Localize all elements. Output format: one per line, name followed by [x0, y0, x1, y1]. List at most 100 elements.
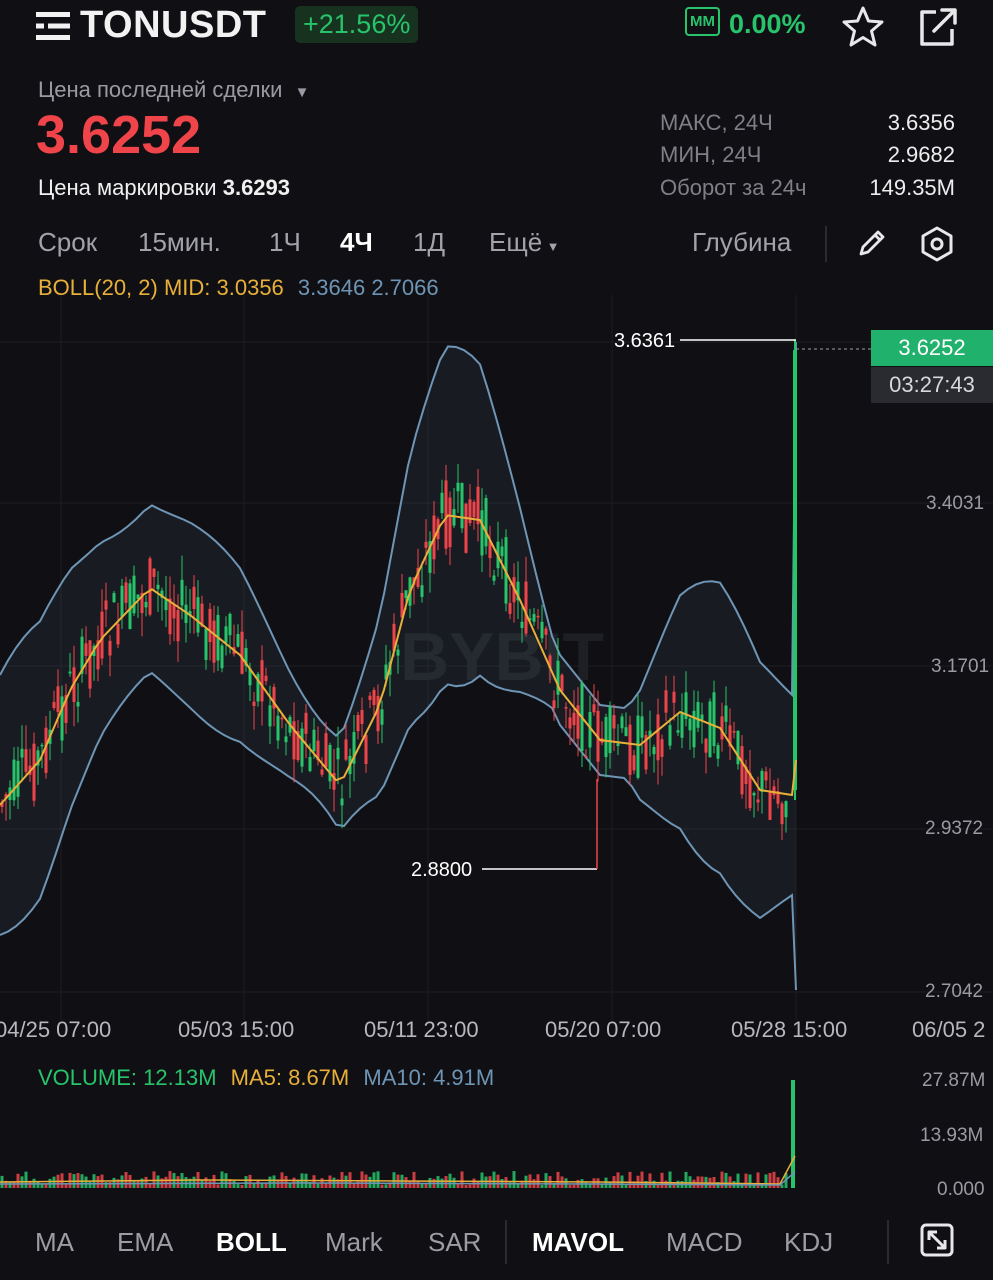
candle-body	[264, 675, 268, 682]
caret-down-icon: ▼	[294, 84, 310, 101]
volume-bar	[216, 1184, 220, 1188]
tab-more[interactable]: Ещё ▼	[489, 227, 560, 258]
last-price-label[interactable]: Цена последней сделки ▼	[38, 77, 309, 103]
pencil-icon[interactable]	[855, 226, 889, 260]
volume-bar	[236, 1184, 240, 1188]
candle-body	[152, 568, 156, 577]
candle-body	[220, 645, 224, 669]
tab-period[interactable]: Срок	[38, 227, 97, 258]
volume-bar	[176, 1176, 180, 1188]
candle-body	[572, 712, 576, 726]
volume-bar	[556, 1171, 560, 1188]
volume-bar	[412, 1171, 416, 1188]
y-tick-label: 2.7042	[925, 981, 984, 1002]
volume-bar	[608, 1182, 612, 1188]
indicator-tab-boll[interactable]: BOLL	[216, 1227, 287, 1258]
candle-body	[304, 712, 308, 734]
candle-body	[780, 803, 784, 825]
volume-bar	[756, 1172, 760, 1188]
volume-bar	[128, 1174, 132, 1188]
volume-bar	[96, 1176, 100, 1188]
volume-bar	[700, 1176, 704, 1188]
candle-body	[704, 738, 708, 753]
candle-body	[228, 613, 232, 636]
volume-bar	[44, 1184, 48, 1188]
star-icon[interactable]	[840, 4, 886, 50]
volume-bar	[24, 1171, 28, 1188]
y-tick-label: 2.9372	[925, 818, 984, 839]
volume-bar	[208, 1180, 212, 1188]
volume-bar	[256, 1180, 260, 1188]
candle-body	[508, 603, 512, 614]
candle-body	[396, 649, 400, 656]
volume-bar	[492, 1171, 496, 1188]
volume-bar	[572, 1184, 576, 1188]
candle-body	[308, 756, 312, 772]
depth-button[interactable]: Глубина	[692, 227, 791, 258]
mark-price-row: Цена маркировки 3.6293	[38, 175, 290, 201]
volume-bar	[484, 1176, 488, 1188]
change-badge: +21.56%	[295, 6, 419, 43]
candle-body	[700, 714, 704, 721]
candle-body	[608, 706, 612, 754]
volume-bar	[456, 1184, 460, 1188]
expand-icon[interactable]	[919, 1222, 955, 1258]
volume-bar	[316, 1183, 320, 1188]
indicator-tab-macd[interactable]: MACD	[666, 1227, 743, 1258]
last-price: 3.6252	[36, 105, 202, 165]
tab-1h[interactable]: 1Ч	[269, 227, 301, 258]
indicator-tab-ma[interactable]: MA	[35, 1227, 74, 1258]
volume-bar	[540, 1184, 544, 1188]
indicator-tab-mavol[interactable]: MAVOL	[532, 1227, 624, 1258]
candle-body	[480, 510, 484, 556]
indicator-tab-kdj[interactable]: KDJ	[784, 1227, 833, 1258]
candle-body	[68, 671, 72, 674]
menu-icon[interactable]	[36, 11, 70, 41]
candle-body	[632, 755, 636, 771]
candle-body	[660, 739, 664, 757]
volume-bar	[184, 1177, 188, 1188]
tab-4h[interactable]: 4Ч	[340, 227, 373, 258]
volume-bar	[688, 1176, 692, 1188]
volume-bar	[84, 1176, 88, 1188]
candle-body	[764, 771, 768, 781]
candle-body	[680, 713, 684, 738]
volume-bar	[8, 1181, 12, 1188]
tab-15m[interactable]: 15мин.	[138, 227, 221, 258]
candle-body	[380, 709, 384, 725]
candle-body	[320, 769, 324, 775]
last-price-label-text: Цена последней сделки	[38, 77, 283, 102]
volume-bar	[464, 1184, 468, 1188]
candle-body	[88, 640, 92, 689]
candle-body	[20, 748, 24, 758]
candle-body	[148, 558, 152, 615]
candle-body	[492, 575, 496, 581]
candle-body	[172, 604, 176, 619]
candle-body	[628, 724, 632, 775]
candle-body	[676, 730, 680, 733]
divider	[505, 1220, 507, 1264]
candle-body	[672, 691, 676, 703]
indicator-tab-ema[interactable]: EMA	[117, 1227, 173, 1258]
candle-body	[560, 674, 564, 692]
candle-body	[752, 792, 756, 796]
candlestick-chart[interactable]: BYBIT 3.63612.8800	[0, 295, 993, 1020]
symbol-title[interactable]: TONUSDT	[80, 4, 266, 47]
indicator-tab-sar[interactable]: SAR	[428, 1227, 481, 1258]
volume-bar	[616, 1172, 620, 1188]
y-tick-label: 3.1701	[931, 656, 990, 677]
countdown-tag: 03:27:43	[871, 367, 993, 403]
candle-body	[312, 729, 316, 752]
tab-1d[interactable]: 1Д	[413, 227, 445, 258]
stat-value-high: 3.6356	[887, 110, 955, 135]
volume-bar	[776, 1177, 780, 1188]
candle-body	[120, 585, 124, 617]
x-tick-label: 06/05 2	[912, 1017, 986, 1042]
volume-bar	[12, 1182, 16, 1188]
volume-bar	[232, 1180, 236, 1188]
indicator-tab-mark[interactable]: Mark	[325, 1227, 383, 1258]
volume-bar	[148, 1183, 152, 1188]
volume-bar	[192, 1176, 196, 1188]
share-icon[interactable]	[914, 4, 960, 50]
settings-icon[interactable]	[918, 225, 956, 263]
